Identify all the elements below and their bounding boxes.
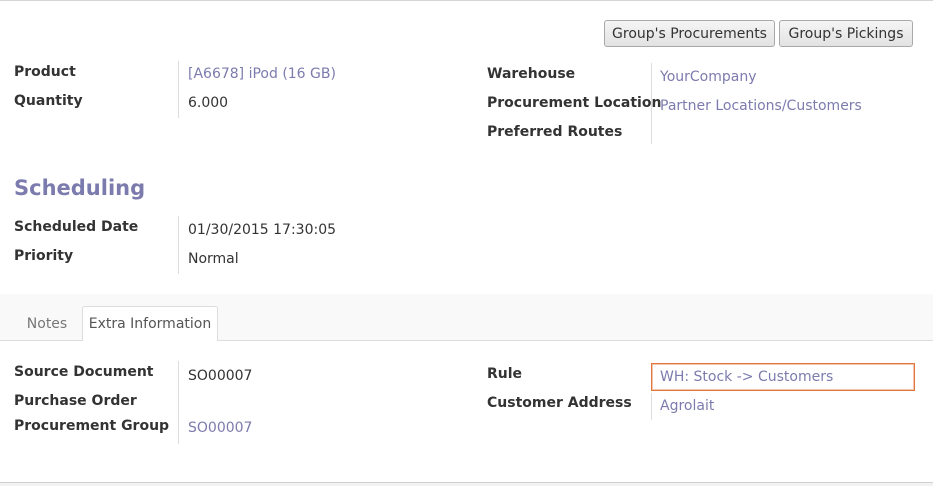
group-pickings-button[interactable]: Group's Pickings — [779, 20, 913, 47]
warehouse-link[interactable]: YourCompany — [660, 69, 757, 85]
source-document-label: Source Document — [14, 364, 154, 380]
preferred-routes-label: Preferred Routes — [487, 124, 623, 140]
procurement-location-label: Procurement Location — [487, 95, 662, 111]
field-divider — [178, 61, 179, 118]
form-top-border — [0, 0, 933, 2]
tab-extra-information[interactable]: Extra Information — [82, 306, 218, 341]
purchase-order-label: Purchase Order — [14, 393, 137, 409]
priority-value[interactable]: Normal — [188, 251, 239, 267]
product-link[interactable]: [A6678] iPod (16 GB) — [188, 66, 336, 82]
scheduled-date-value[interactable]: 01/30/2015 17:30:05 — [188, 222, 336, 238]
scheduling-heading: Scheduling — [14, 176, 146, 200]
quantity-value: 6.000 — [188, 95, 229, 111]
procurement-group-link[interactable]: SO00007 — [188, 420, 252, 436]
warehouse-label: Warehouse — [487, 66, 576, 82]
field-divider — [178, 216, 179, 274]
scheduled-date-label: Scheduled Date — [14, 219, 139, 235]
priority-label: Priority — [14, 248, 74, 264]
field-divider — [651, 393, 652, 420]
procurement-group-label: Procurement Group — [14, 418, 170, 434]
quantity-label: Quantity — [14, 93, 83, 109]
form-bottom-border — [0, 482, 933, 486]
rule-label: Rule — [487, 366, 523, 382]
group-procurements-button[interactable]: Group's Procurements — [604, 20, 775, 47]
tab-notes[interactable]: Notes — [14, 306, 80, 341]
product-label: Product — [14, 64, 76, 80]
rule-link[interactable]: WH: Stock -> Customers — [660, 369, 833, 385]
field-divider — [178, 361, 179, 444]
source-document-value[interactable]: SO00007 — [188, 368, 252, 384]
customer-address-label: Customer Address — [487, 395, 632, 411]
procurement-location-link[interactable]: Partner Locations/Customers — [660, 98, 862, 114]
customer-address-link[interactable]: Agrolait — [660, 398, 714, 414]
